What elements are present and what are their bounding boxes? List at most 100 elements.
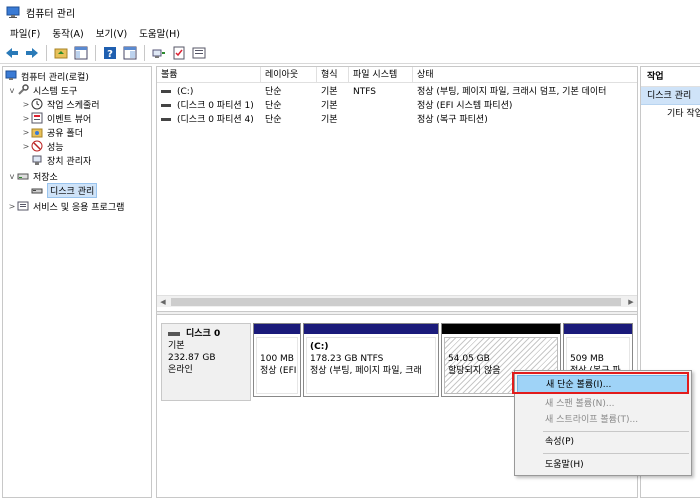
column-header-volume[interactable]: 볼륨: [157, 67, 261, 83]
horizontal-scrollbar[interactable]: ◀ ▶: [157, 295, 637, 307]
drive-icon: [161, 118, 171, 121]
disk-name-row: 디스크 0: [168, 328, 244, 340]
show-hide-tree-icon[interactable]: [73, 45, 89, 61]
actions-section-disk-management[interactable]: 디스크 관리: [641, 87, 700, 105]
toolbar-separator: [95, 44, 96, 61]
chevron-down-icon[interactable]: v: [7, 172, 17, 181]
help-icon[interactable]: ?: [102, 45, 118, 61]
context-menu: 새 단순 볼륨(I)... 새 스팬 볼륨(N)... 새 스트라이프 볼륨(T…: [514, 370, 692, 476]
partition-bar: [304, 324, 438, 334]
services-icon: [17, 200, 29, 212]
actions-header: 작업: [641, 67, 700, 87]
volume-name: (디스크 0 파티션 1): [177, 101, 254, 111]
table-row[interactable]: (디스크 0 파티션 4) 단순 기본 정상 (복구 파티션): [157, 113, 637, 127]
tree-item-task-scheduler[interactable]: > 작업 스케줄러: [21, 97, 100, 111]
cell-layout: 단순: [265, 87, 282, 97]
tree-item-root[interactable]: 컴퓨터 관리(로컬): [5, 69, 89, 83]
partition-bar: [254, 324, 300, 334]
scroll-right-icon[interactable]: ▶: [625, 296, 637, 308]
computer-management-icon: [5, 70, 17, 82]
view-icon[interactable]: [191, 45, 207, 61]
toolbar-separator: [46, 44, 47, 61]
pane-splitter[interactable]: [157, 311, 637, 315]
tree-label: 이벤트 뷰어: [47, 114, 92, 125]
tree-label: 디스크 관리: [47, 182, 98, 198]
tree-label: 저장소: [33, 172, 58, 183]
disk-type: 기본: [168, 341, 185, 351]
tree-item-system-tools[interactable]: v 시스템 도구: [7, 83, 77, 97]
disk-label[interactable]: 디스크 0 기본 232.87 GB 온라인: [161, 323, 251, 401]
chevron-right-icon[interactable]: >: [21, 100, 31, 109]
svg-text:?: ?: [107, 49, 113, 60]
tree-label: 시스템 도구: [33, 86, 78, 97]
menu-item-help[interactable]: 도움말(H): [517, 456, 689, 474]
cell-volume: (C:): [157, 85, 261, 99]
cell-filesystem: NTFS: [353, 87, 376, 97]
scrollbar-thumb[interactable]: [171, 298, 621, 306]
partition-status: 정상 (부팅, 페이지 파일, 크래: [310, 366, 422, 376]
tree-label: 성능: [47, 142, 64, 153]
partition-name: (C:): [310, 342, 329, 352]
menu-bar: 파일(F) 동작(A) 보기(V) 도움말(H): [0, 24, 700, 42]
column-header-status[interactable]: 상태: [413, 67, 637, 83]
cell-volume: (디스크 0 파티션 1): [157, 99, 261, 113]
tree-item-services-apps[interactable]: > 서비스 및 응용 프로그램: [7, 199, 124, 213]
cell-type: 기본: [321, 115, 338, 125]
chevron-right-icon[interactable]: >: [21, 128, 31, 137]
column-header-type[interactable]: 형식: [317, 67, 349, 83]
computer-management-icon: [6, 5, 20, 19]
tree-item-performance[interactable]: > 성능: [21, 139, 64, 153]
chevron-right-icon[interactable]: >: [7, 202, 17, 211]
tree-label: 공유 폴더: [47, 128, 83, 139]
tree-label: 컴퓨터 관리(로컬): [21, 72, 89, 83]
tree-item-device-manager[interactable]: 장치 관리자: [31, 153, 91, 167]
table-row[interactable]: (C:) 단순 기본 NTFS 정상 (부팅, 페이지 파일, 크래시 덤프, …: [157, 85, 637, 99]
cell-status: 정상 (EFI 시스템 파티션): [417, 101, 513, 111]
checklist-icon[interactable]: [171, 45, 187, 61]
menu-item-new-simple-volume[interactable]: 새 단순 볼륨(I)...: [517, 375, 689, 393]
actions-more[interactable]: 기타 작업: [641, 105, 700, 123]
menu-help[interactable]: 도움말(H): [133, 26, 186, 40]
up-folder-icon[interactable]: [53, 45, 69, 61]
partition-bar: [564, 324, 632, 334]
partition-size: 509 MB: [570, 354, 604, 364]
volume-name: (C:): [177, 87, 194, 97]
clock-icon: [31, 98, 43, 110]
navigation-tree: 컴퓨터 관리(로컬) v 시스템 도구 > 작업 스케줄러 > 이벤트 뷰어 >…: [2, 66, 152, 498]
tree-item-event-viewer[interactable]: > 이벤트 뷰어: [21, 111, 91, 125]
table-row[interactable]: (디스크 0 파티션 1) 단순 기본 정상 (EFI 시스템 파티션): [157, 99, 637, 113]
partition-body: (C:) 178.23 GB NTFS 정상 (부팅, 페이지 파일, 크래: [306, 337, 436, 394]
chevron-right-icon[interactable]: >: [21, 114, 31, 123]
forward-icon[interactable]: [24, 45, 40, 61]
chevron-right-icon[interactable]: >: [21, 142, 31, 151]
tree-item-storage[interactable]: v 저장소: [7, 169, 58, 183]
storage-icon: [17, 170, 29, 182]
menu-separator: [543, 431, 689, 432]
tree-item-disk-management[interactable]: 디스크 관리: [31, 182, 98, 198]
menu-view[interactable]: 보기(V): [90, 26, 133, 40]
cell-status: 정상 (복구 파티션): [417, 115, 488, 125]
partition-body: 100 MB 정상 (EFI: [256, 337, 298, 394]
disk-status: 온라인: [168, 365, 193, 375]
menu-action[interactable]: 동작(A): [46, 26, 89, 40]
back-icon[interactable]: [4, 45, 20, 61]
menu-item-properties[interactable]: 속성(P): [517, 433, 689, 451]
connect-icon[interactable]: [151, 45, 167, 61]
tree-item-shared-folders[interactable]: > 공유 폴더: [21, 125, 83, 139]
column-header-layout[interactable]: 레이아웃: [261, 67, 317, 83]
cell-filesystem: [349, 99, 413, 113]
chevron-down-icon[interactable]: v: [7, 86, 17, 95]
partition-c[interactable]: (C:) 178.23 GB NTFS 정상 (부팅, 페이지 파일, 크래: [303, 323, 439, 397]
tree-label: 장치 관리자: [47, 156, 92, 167]
scroll-left-icon[interactable]: ◀: [157, 296, 169, 308]
volume-list-header: 볼륨 레이아웃 형식 파일 시스템 상태: [157, 67, 637, 83]
menu-file[interactable]: 파일(F): [4, 26, 46, 40]
column-header-filesystem[interactable]: 파일 시스템: [349, 67, 413, 83]
disk-size: 232.87 GB: [168, 353, 216, 363]
properties-icon[interactable]: [122, 45, 138, 61]
drive-icon: [161, 90, 171, 93]
performance-icon: [31, 140, 43, 152]
partition-efi[interactable]: 100 MB 정상 (EFI: [253, 323, 301, 397]
toolbar-separator: [144, 44, 145, 61]
shared-folder-icon: [31, 126, 43, 138]
